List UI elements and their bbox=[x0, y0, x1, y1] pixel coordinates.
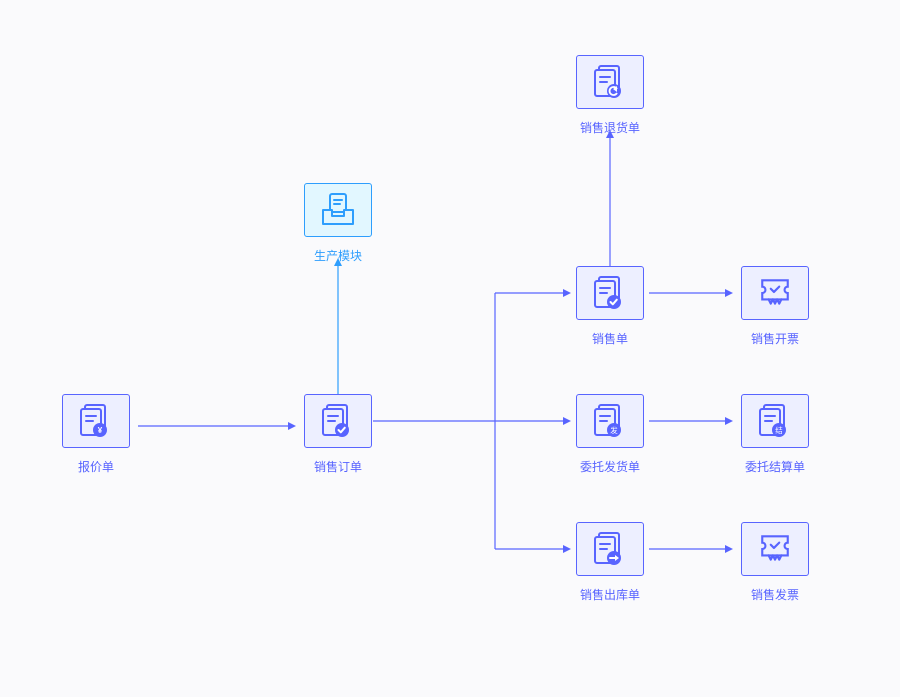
svg-text:发: 发 bbox=[610, 425, 618, 435]
ticket-icon bbox=[758, 276, 792, 310]
ticket-icon bbox=[758, 532, 792, 566]
node-salesreceipt-label: 销售发票 bbox=[741, 586, 809, 603]
node-consignship-label: 委托发货单 bbox=[576, 458, 644, 475]
node-salesinvoice-label: 销售开票 bbox=[741, 330, 809, 347]
document-badge-icon: 发 bbox=[593, 404, 627, 438]
node-consignsettle[interactable]: 结 委托结算单 bbox=[741, 394, 809, 475]
document-check-icon bbox=[321, 404, 355, 438]
node-production[interactable]: 生产模块 bbox=[304, 183, 372, 264]
node-salesreturn[interactable]: 销售退货单 bbox=[576, 55, 644, 136]
svg-text:¥: ¥ bbox=[98, 426, 103, 435]
edge-salesbill-salesreturn bbox=[605, 130, 615, 266]
node-consignsettle-label: 委托结算单 bbox=[741, 458, 809, 475]
node-salesout-label: 销售出库单 bbox=[576, 586, 644, 603]
inbox-document-icon bbox=[321, 193, 355, 227]
node-consignship[interactable]: 发 委托发货单 bbox=[576, 394, 644, 475]
document-out-icon bbox=[593, 532, 627, 566]
edge-salesorder-production bbox=[333, 258, 343, 394]
node-salesorder-label: 销售订单 bbox=[304, 458, 372, 475]
svg-text:结: 结 bbox=[775, 425, 783, 435]
document-badge-icon: 结 bbox=[758, 404, 792, 438]
edge-salesorder-branch bbox=[373, 290, 573, 570]
edge-consignship-consignsettle bbox=[649, 416, 735, 426]
document-check-icon bbox=[593, 276, 627, 310]
edge-salesbill-salesinvoice bbox=[649, 288, 735, 298]
edge-quote-salesorder bbox=[138, 421, 298, 431]
node-salesinvoice[interactable]: 销售开票 bbox=[741, 266, 809, 347]
node-quote[interactable]: ¥ 报价单 bbox=[62, 394, 130, 475]
node-quote-label: 报价单 bbox=[62, 458, 130, 475]
document-yen-icon: ¥ bbox=[79, 404, 113, 438]
node-salesbill-label: 销售单 bbox=[576, 330, 644, 347]
node-salesout[interactable]: 销售出库单 bbox=[576, 522, 644, 603]
document-return-icon bbox=[593, 65, 627, 99]
node-salesreturn-label: 销售退货单 bbox=[576, 119, 644, 136]
node-production-label: 生产模块 bbox=[304, 247, 372, 264]
edge-salesout-salesreceipt bbox=[649, 544, 735, 554]
node-salesreceipt[interactable]: 销售发票 bbox=[741, 522, 809, 603]
node-salesbill[interactable]: 销售单 bbox=[576, 266, 644, 347]
node-salesorder[interactable]: 销售订单 bbox=[304, 394, 372, 475]
